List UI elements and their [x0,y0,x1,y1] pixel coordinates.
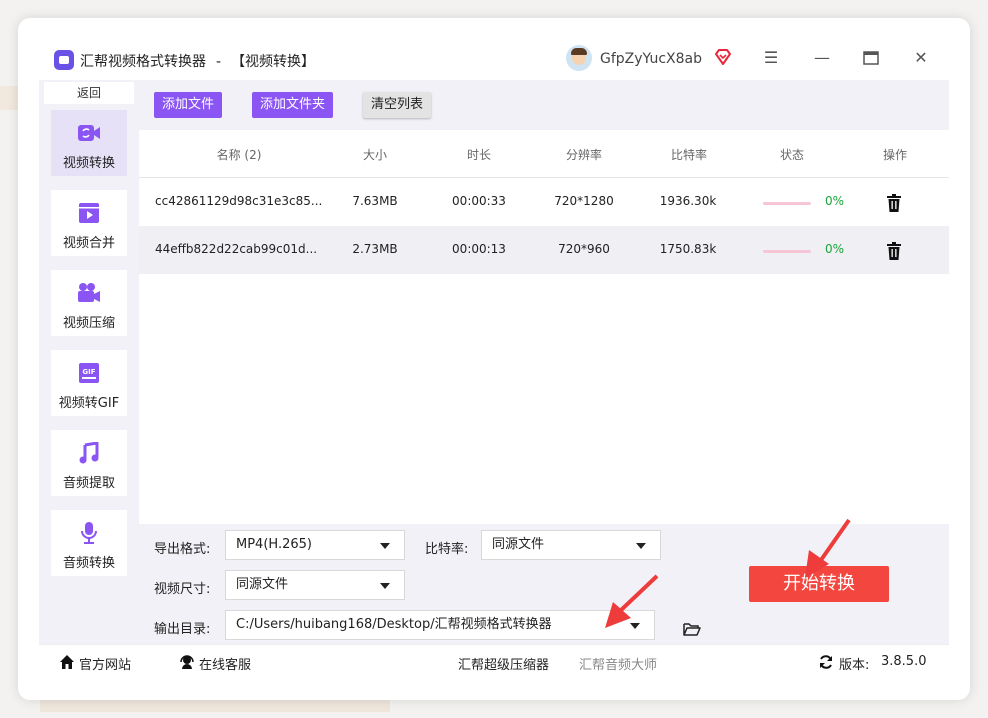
output-settings: 导出格式: MP4(H.265) 比特率: 同源文件 视频尺寸: 同源文件 输出… [139,518,949,644]
title-bar: 汇帮视频格式转换器 - 【视频转换】 GfpZyYucX8ab ☰ — ✕ [18,18,970,80]
trash-icon[interactable] [887,242,901,260]
sidebar-item-audio-extract[interactable]: 音频提取 [51,430,127,496]
window-title: 汇帮视频格式转换器 - 【视频转换】 [80,51,315,71]
page-name: 【视频转换】 [231,54,316,70]
progress-percent: 0% [825,242,845,256]
back-button[interactable]: 返回 [44,82,134,104]
file-duration: 00:00:33 [452,194,506,208]
sidebar-item-label: 音频转换 [62,556,115,571]
minimize-icon[interactable]: — [812,48,832,68]
app-name: 汇帮视频格式转换器 [80,54,206,70]
sidebar-item-label: 视频合并 [62,236,115,251]
folder-open-icon[interactable] [683,622,701,636]
app-window: 汇帮视频格式转换器 - 【视频转换】 GfpZyYucX8ab ☰ — ✕ 返回 视… [18,18,970,700]
vip-diamond-icon[interactable] [714,48,732,66]
username[interactable]: GfpZyYucX8ab [600,51,702,67]
file-size: 7.63MB [352,194,398,208]
output-label: 输出目录: [154,622,211,637]
file-resolution: 720*1280 [554,194,614,208]
app-logo-icon [54,50,74,70]
add-folder-button[interactable]: 添加文件夹 [252,92,334,118]
video-merge-icon [79,203,99,223]
file-size: 2.73MB [352,242,398,256]
chevron-down-icon [636,543,646,549]
official-website-link[interactable]: 官方网站 [79,654,131,673]
headset-icon [180,655,194,669]
size-value: 同源文件 [236,577,289,592]
version-label: 版本: [839,658,870,673]
column-header-duration: 时长 [466,148,491,162]
format-select[interactable]: MP4(H.265) [225,530,405,560]
refresh-icon[interactable] [818,654,834,670]
add-file-button[interactable]: 添加文件 [154,92,223,118]
home-icon [60,655,74,669]
format-label: 导出格式: [154,542,211,557]
column-header-status: 状态 [779,148,804,162]
sidebar: 返回 视频转换 视频合并 视频压缩 GIF 视频转GIF 音频提取 音频转换 [39,80,139,644]
sidebar-item-video-gif[interactable]: GIF 视频转GIF [51,350,127,416]
background-band-bottom [40,700,390,712]
gif-icon: GIF [79,363,99,383]
footer: 官方网站 在线客服 汇帮超级压缩器 汇帮音频大师 版本: 3.8.5.0 [39,644,949,678]
size-select[interactable]: 同源文件 [225,570,405,600]
chevron-down-icon [380,543,390,549]
column-header-size: 大小 [362,148,387,162]
audio-master-link[interactable]: 汇帮音频大师 [579,654,657,673]
progress-bar [763,250,811,253]
file-list-panel: 添加文件 添加文件夹 清空列表 名称 (2) 大小 时长 分辨率 比特率 状态 … [139,80,949,524]
microphone-icon [81,522,97,544]
progress-bar [763,202,811,205]
sidebar-item-label: 视频转GIF [58,396,120,411]
sidebar-item-label: 音频提取 [62,476,115,491]
table-row[interactable]: 44effb822d22cab99c01d... 2.73MB 00:00:13… [139,226,949,274]
file-name: 44effb822d22cab99c01d... [155,242,318,256]
sidebar-item-video-merge[interactable]: 视频合并 [51,190,127,256]
table-row[interactable]: cc42861129d98c31e3c85... 7.63MB 00:00:33… [139,178,949,226]
close-icon[interactable]: ✕ [911,48,931,68]
svg-text:GIF: GIF [82,368,95,376]
output-dir-value: C:/Users/huibang168/Desktop/汇帮视频格式转换器 [236,617,552,632]
music-note-icon [79,442,99,464]
maximize-icon[interactable] [861,48,881,68]
arrow-annotation-icon [805,518,851,578]
menu-icon[interactable]: ☰ [761,48,781,68]
video-convert-icon [78,125,100,141]
arrow-annotation-icon [605,574,659,628]
file-resolution: 720*960 [558,242,610,256]
bitrate-label: 比特率: [425,542,469,557]
file-name: cc42861129d98c31e3c85... [155,194,323,208]
column-header-resolution: 分辨率 [565,148,602,162]
file-bitrate: 1750.83k [659,242,717,256]
sidebar-item-label: 视频转换 [62,156,115,171]
avatar[interactable] [566,45,592,71]
version-number: 3.8.5.0 [881,654,927,669]
file-bitrate: 1936.30k [659,194,717,208]
sidebar-item-label: 视频压缩 [62,316,115,331]
sidebar-item-video-convert[interactable]: 视频转换 [51,110,127,176]
bitrate-select[interactable]: 同源文件 [481,530,661,560]
format-value: MP4(H.265) [236,537,312,552]
table-header: 名称 (2) 大小 时长 分辨率 比特率 状态 操作 [139,130,949,178]
size-label: 视频尺寸: [154,582,211,597]
video-compress-icon [78,283,100,302]
progress-percent: 0% [825,194,845,208]
column-header-bitrate: 比特率 [670,148,707,162]
sidebar-item-video-compress[interactable]: 视频压缩 [51,270,127,336]
title-separator: - [216,54,222,70]
trash-icon[interactable] [887,194,901,212]
bitrate-value: 同源文件 [492,537,545,552]
chevron-down-icon [380,583,390,589]
output-dir-select[interactable]: C:/Users/huibang168/Desktop/汇帮视频格式转换器 [225,610,655,640]
toolbar: 添加文件 添加文件夹 清空列表 [139,80,949,130]
sidebar-item-audio-convert[interactable]: 音频转换 [51,510,127,576]
file-duration: 00:00:13 [452,242,506,256]
online-support-link[interactable]: 在线客服 [199,654,251,673]
clear-list-button[interactable]: 清空列表 [363,92,432,118]
column-header-name: 名称 (2) [216,148,262,162]
compressor-link[interactable]: 汇帮超级压缩器 [458,654,549,673]
column-header-actions: 操作 [882,148,907,162]
